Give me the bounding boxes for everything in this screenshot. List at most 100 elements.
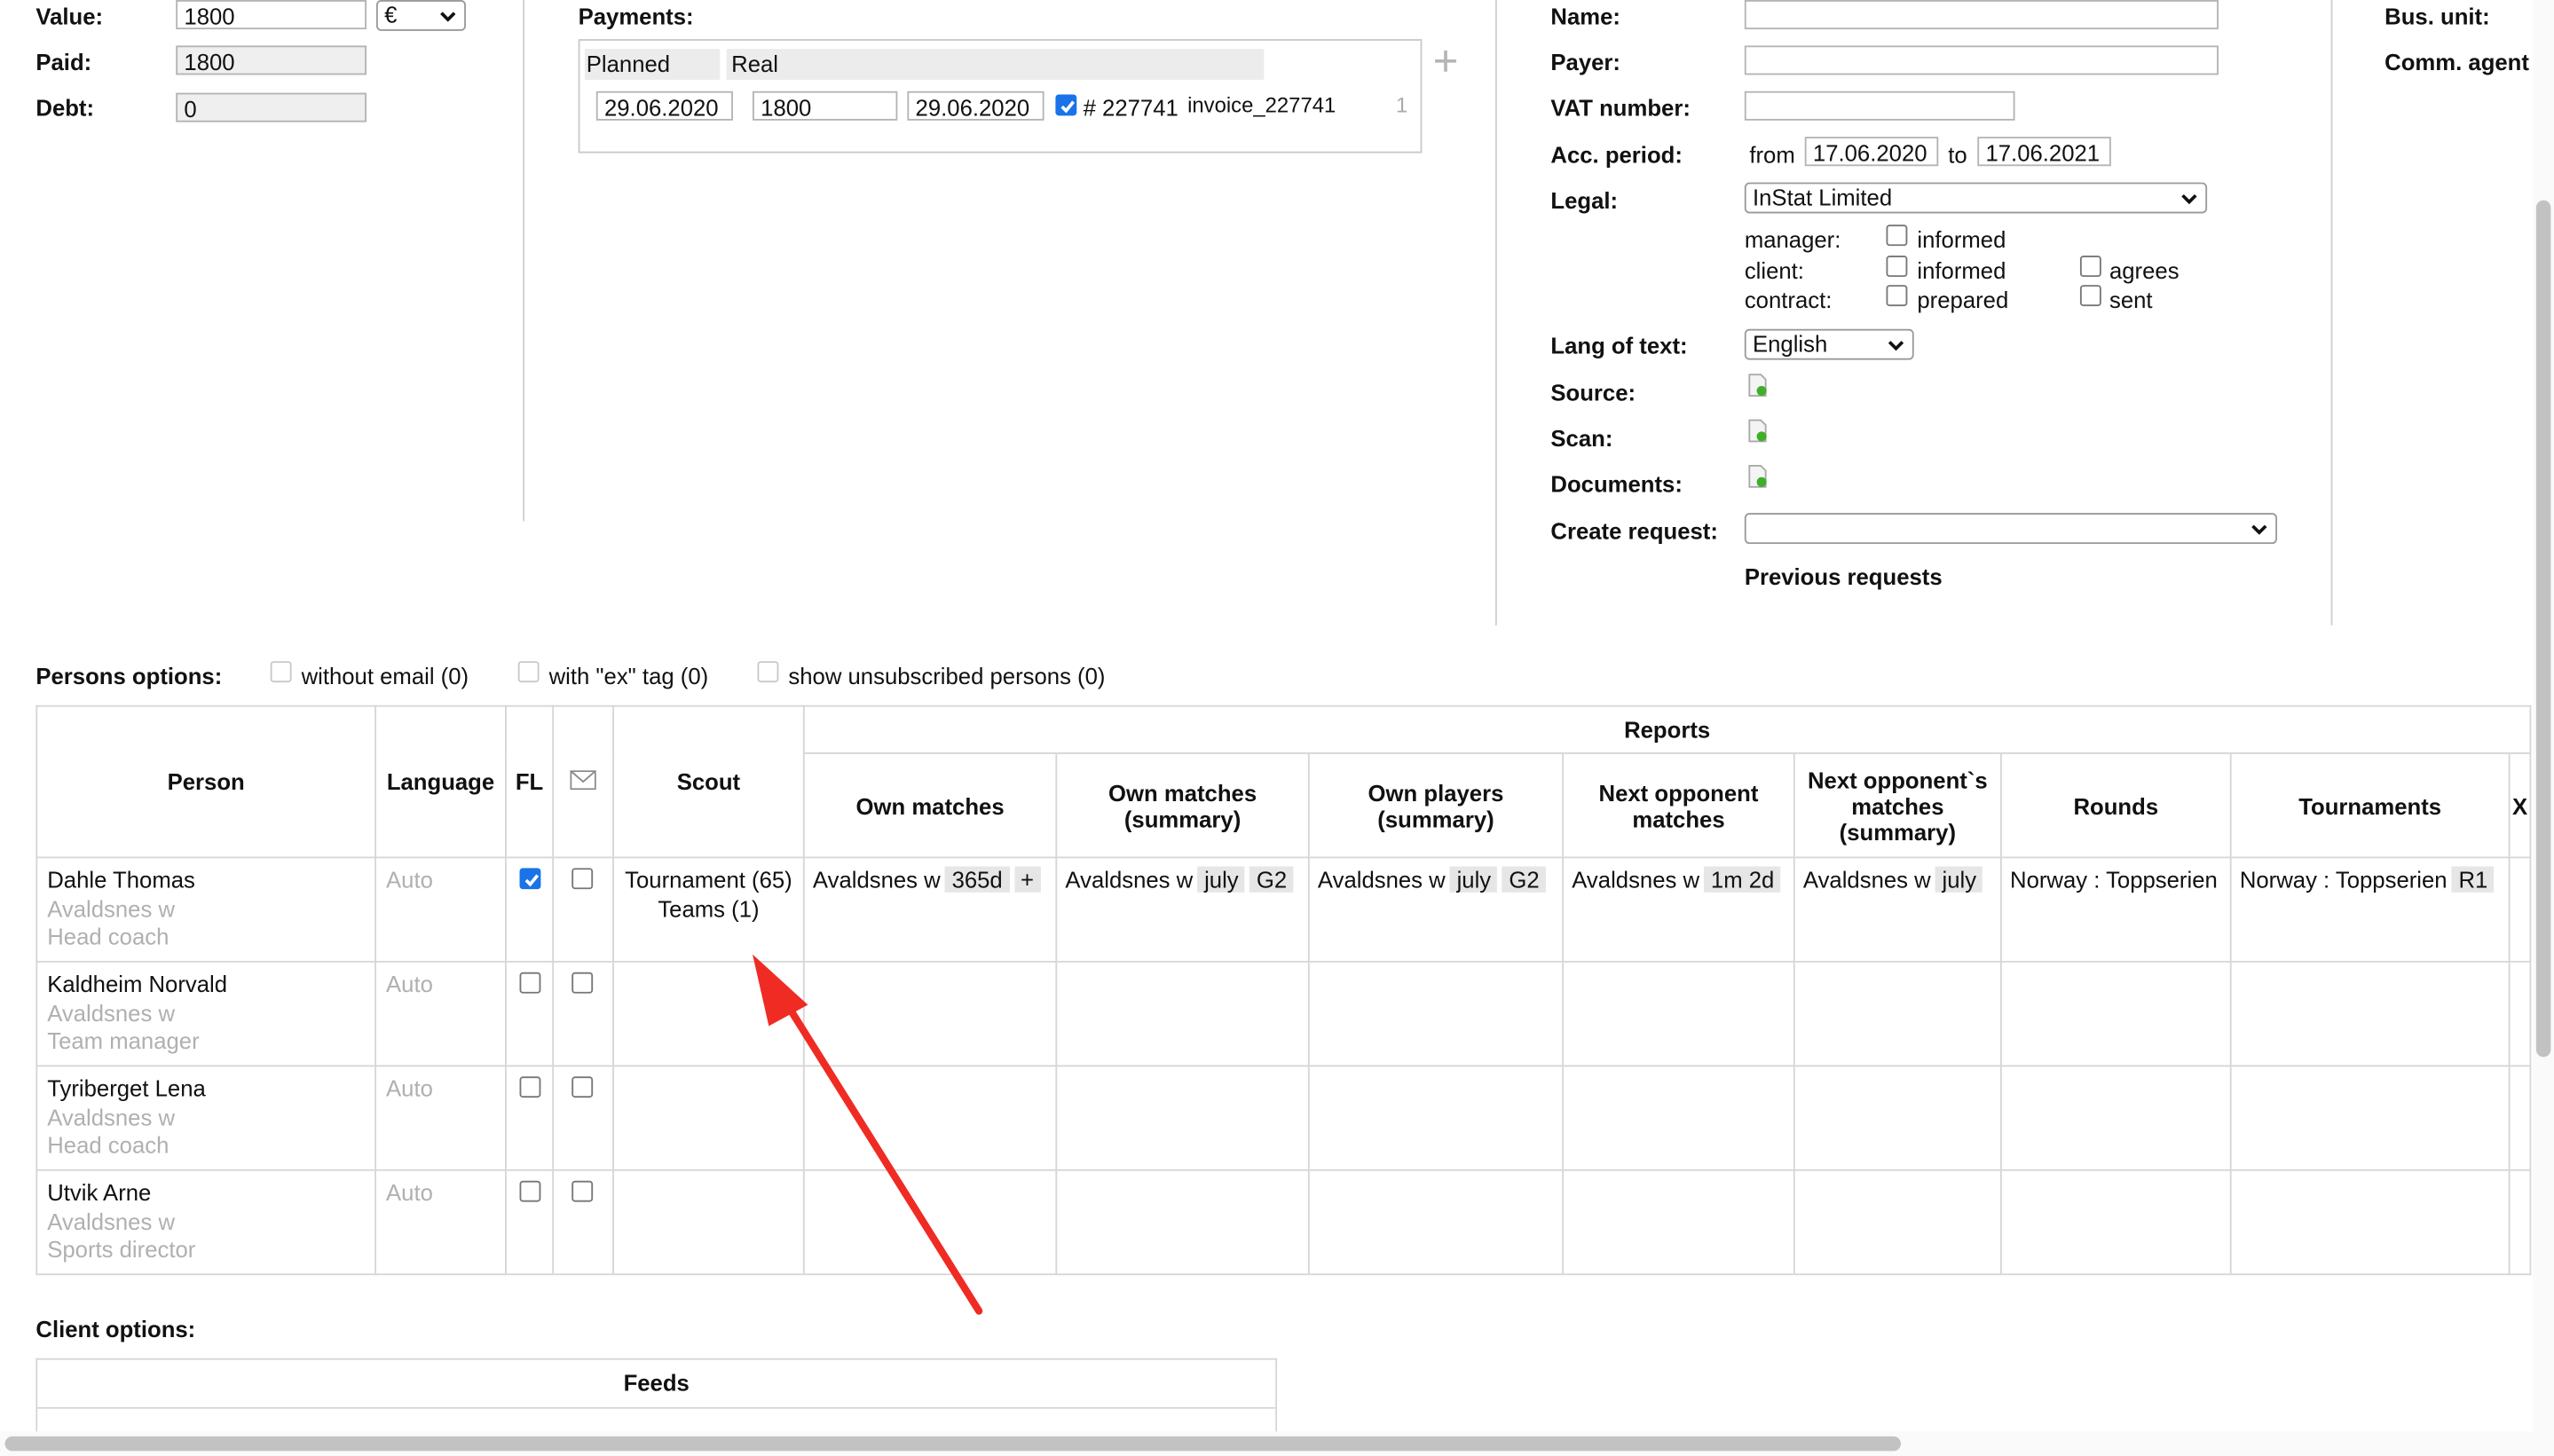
- create-request-select[interactable]: [1744, 513, 2278, 545]
- contract-prepared-checkbox[interactable]: [1886, 285, 1908, 307]
- person-role: Team manager: [47, 1027, 200, 1054]
- scan-label: Scan:: [1550, 425, 1613, 452]
- header-scout: Scout: [612, 704, 805, 859]
- lang-select[interactable]: English: [1744, 328, 1914, 360]
- mail-checkbox[interactable]: [571, 1076, 594, 1098]
- client-informed-checkbox[interactable]: [1886, 256, 1908, 278]
- fl-checkbox[interactable]: [519, 972, 541, 994]
- vat-input[interactable]: [1744, 91, 2015, 121]
- client-informed-text: informed: [1917, 257, 2006, 284]
- own-matches-period-tag[interactable]: 365d: [945, 866, 1010, 893]
- currency-value: €: [384, 1, 398, 28]
- next-opponent-period-tag[interactable]: 1m 2d: [1704, 866, 1781, 893]
- person-name[interactable]: Kaldheim Norvald: [47, 971, 365, 999]
- source-label: Source:: [1550, 379, 1636, 406]
- person-language[interactable]: Auto: [376, 1171, 505, 1205]
- scout-teams[interactable]: Teams (1): [624, 895, 793, 924]
- plus-icon[interactable]: [1433, 49, 1458, 74]
- rounds-value[interactable]: Norway : Toppserien: [2002, 858, 2230, 892]
- mail-checkbox[interactable]: [571, 1180, 594, 1202]
- table-row: Kaldheim Norvald Avaldsnes w Team manage…: [35, 960, 2532, 1067]
- with-ex-tag-checkbox[interactable]: [517, 661, 540, 683]
- client-agrees-checkbox[interactable]: [2079, 256, 2101, 278]
- contract-sent-checkbox[interactable]: [2079, 285, 2101, 307]
- payer-label: Payer:: [1550, 49, 1620, 75]
- header-reports: Reports: [802, 704, 2532, 754]
- invoice-link[interactable]: invoice_227741: [1187, 93, 1336, 118]
- own-matches-team[interactable]: Avaldsnes w: [813, 866, 941, 892]
- next-opponent-team[interactable]: Avaldsnes w: [1572, 866, 1699, 892]
- person-language[interactable]: Auto: [376, 858, 505, 892]
- manager-label: manager:: [1744, 226, 1841, 253]
- person-language[interactable]: Auto: [376, 963, 505, 996]
- show-unsubscribed-checkbox[interactable]: [757, 661, 779, 683]
- vat-label: VAT number:: [1550, 94, 1691, 121]
- page-root: Value: 1800 € Paid: 1800 Debt: 0 Payment…: [0, 0, 2554, 1456]
- feeds-header: Feeds: [623, 1369, 690, 1397]
- next-opponent-summary-team[interactable]: Avaldsnes w: [1803, 866, 1931, 892]
- person-name[interactable]: Utvik Arne: [47, 1179, 365, 1208]
- without-email-checkbox[interactable]: [270, 661, 292, 683]
- currency-select[interactable]: €: [376, 0, 466, 31]
- fl-checkbox[interactable]: [519, 1076, 541, 1098]
- fl-checkbox[interactable]: [519, 1180, 541, 1202]
- own-matches-summary-period-tag[interactable]: july: [1197, 866, 1245, 893]
- debt-field: 0: [176, 92, 367, 122]
- create-request-label: Create request:: [1550, 517, 1718, 545]
- person-name[interactable]: Tyriberget Lena: [47, 1074, 365, 1103]
- real-date-input[interactable]: 29.06.2020: [907, 91, 1044, 121]
- feeds-divider: [37, 1406, 1276, 1409]
- own-matches-add-tag[interactable]: +: [1013, 866, 1041, 893]
- contract-label: contract:: [1744, 287, 1833, 313]
- from-date-input[interactable]: 17.06.2020: [1804, 137, 1939, 167]
- to-label: to: [1948, 141, 1967, 169]
- payments-label: Payments:: [578, 3, 694, 30]
- person-language[interactable]: Auto: [376, 1066, 505, 1100]
- own-matches-summary-team[interactable]: Avaldsnes w: [1065, 866, 1193, 892]
- vertical-scrollbar[interactable]: [2535, 200, 2551, 1058]
- own-players-team[interactable]: Avaldsnes w: [1318, 866, 1446, 892]
- tournaments-round-tag[interactable]: R1: [2452, 866, 2495, 893]
- own-players-group-tag[interactable]: G2: [1502, 866, 1546, 893]
- person-team: Avaldsnes w: [47, 1208, 176, 1234]
- header-fl: FL: [505, 704, 555, 859]
- person-role: Head coach: [47, 923, 169, 950]
- add-document-icon[interactable]: [1747, 373, 1767, 397]
- payer-input[interactable]: [1744, 45, 2219, 75]
- chevron-down-icon: [1888, 341, 1904, 351]
- mail-checkbox[interactable]: [571, 868, 594, 890]
- add-document-icon[interactable]: [1747, 464, 1767, 489]
- person-name[interactable]: Dahle Thomas: [47, 866, 365, 894]
- name-input[interactable]: [1744, 0, 2219, 30]
- table-row: Dahle Thomas Avaldsnes w Head coach Auto…: [35, 856, 2532, 963]
- to-date-input[interactable]: 17.06.2021: [1977, 137, 2111, 167]
- fl-checkbox[interactable]: [519, 868, 541, 890]
- invoice-checkbox[interactable]: [1055, 94, 1077, 116]
- scout-tournament[interactable]: Tournament (65): [624, 866, 793, 894]
- amount-input[interactable]: 1800: [753, 91, 898, 121]
- own-players-period-tag[interactable]: july: [1450, 866, 1498, 893]
- acc-period-label: Acc. period:: [1550, 141, 1683, 169]
- manager-informed-text: informed: [1917, 226, 2006, 253]
- value-input[interactable]: 1800: [176, 0, 367, 30]
- documents-label: Documents:: [1550, 470, 1683, 497]
- chevron-down-icon: [2181, 193, 2197, 205]
- tournaments-value[interactable]: Norway : Toppserien: [2240, 866, 2448, 892]
- planned-date-input[interactable]: 29.06.2020: [595, 91, 733, 121]
- with-ex-tag-text: with "ex" tag (0): [548, 663, 709, 689]
- add-document-icon[interactable]: [1747, 419, 1767, 444]
- previous-requests-link[interactable]: Previous requests: [1745, 563, 1943, 589]
- chevron-down-icon: [440, 12, 456, 22]
- legal-select[interactable]: InStat Limited: [1744, 182, 2208, 214]
- chevron-down-icon: [2251, 524, 2267, 535]
- header-next-opponent-matches: Next opponent matches: [1562, 752, 1795, 859]
- own-matches-summary-group-tag[interactable]: G2: [1249, 866, 1294, 893]
- contract-prepared-text: prepared: [1917, 287, 2009, 313]
- manager-informed-checkbox[interactable]: [1886, 224, 1908, 247]
- mail-checkbox[interactable]: [571, 972, 594, 994]
- paid-field: 1800: [176, 45, 367, 75]
- header-own-players-summary: Own players (summary): [1307, 752, 1565, 859]
- header-tournaments: Tournaments: [2229, 752, 2511, 859]
- horizontal-scrollbar[interactable]: [4, 1436, 1902, 1452]
- next-opponent-summary-period-tag[interactable]: july: [1935, 866, 1983, 893]
